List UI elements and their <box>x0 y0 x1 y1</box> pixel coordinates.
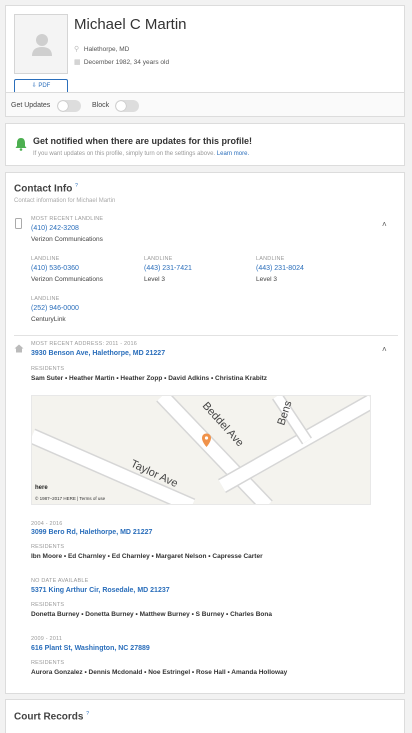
contact-title: Contact Info ? <box>14 183 78 194</box>
address-link[interactable]: 3930 Benson Ave, Halethorpe, MD 21227 <box>31 350 165 357</box>
location-pin-icon: ⚲ <box>74 46 80 53</box>
notify-subtitle: If you want updates on this profile, sim… <box>33 151 249 157</box>
address-label: 2004 - 2016 <box>31 521 63 527</box>
calendar-icon: ▦ <box>74 59 81 66</box>
contact-title-text: Contact Info <box>14 183 73 195</box>
phone-carrier: Level 3 <box>144 276 165 283</box>
learn-more-link[interactable]: Learn more. <box>217 151 249 157</box>
recent-phone-label: MOST RECENT LANDLINE <box>31 216 104 222</box>
pdf-label: PDF <box>38 83 51 89</box>
notify-banner: Get notified when there are updates for … <box>5 123 405 166</box>
phone-label: LANDLINE <box>31 256 60 262</box>
residents-list: Aurora Gonzalez • Dennis Mcdonald • Noe … <box>31 669 288 676</box>
map-streets: Taylor Ave Beddel Ave Bens here © 1987–2… <box>32 396 370 504</box>
person-icon <box>32 34 52 56</box>
court-title-text: Court Records <box>14 711 84 723</box>
phone-label: LANDLINE <box>144 256 173 262</box>
phone-carrier: Level 3 <box>256 276 277 283</box>
bell-icon <box>15 138 27 151</box>
block-label: Block <box>92 102 110 109</box>
address-link[interactable]: 3099 Bero Rd, Halethorpe, MD 21227 <box>31 529 152 536</box>
download-icon: ⇩ <box>31 83 37 89</box>
location-text: Halethorpe, MD <box>83 46 130 53</box>
notify-subtitle-text: If you want updates on this profile, sim… <box>33 151 216 157</box>
help-icon[interactable]: ? <box>75 183 78 189</box>
toggle-bar: Get Updates Block <box>5 92 405 117</box>
court-title: Court Records ? <box>14 711 89 722</box>
residents-label: RESIDENTS <box>31 366 65 372</box>
avatar <box>14 14 68 74</box>
phone-label: LANDLINE <box>31 296 60 302</box>
court-records-section: Court Records ? <box>5 699 405 733</box>
phone-number[interactable]: (252) 946-0000 <box>31 305 79 312</box>
get-updates-label: Get Updates <box>11 102 51 109</box>
chevron-up-icon[interactable]: ˄ <box>382 345 387 354</box>
block-toggle[interactable] <box>115 100 139 112</box>
home-icon <box>14 344 24 353</box>
address-label: 2009 - 2011 <box>31 636 63 642</box>
contact-subtitle: Contact information for Michael Martin <box>14 198 116 204</box>
here-logo: here <box>35 485 48 491</box>
residents-list: Ibn Moore • Ed Charnley • Ed Charnley • … <box>31 553 263 560</box>
address-map[interactable]: Taylor Ave Beddel Ave Bens here © 1987–2… <box>31 395 371 505</box>
profile-header: Michael C Martin ⚲ Halethorpe, MD ▦ Dece… <box>5 5 405 94</box>
recent-phone-carrier: Verizon Communications <box>31 236 103 243</box>
residents-label: RESIDENTS <box>31 544 65 550</box>
phone-carrier: Verizon Communications <box>31 276 103 283</box>
phone-label: LANDLINE <box>256 256 285 262</box>
help-icon[interactable]: ? <box>86 711 89 717</box>
divider <box>14 335 398 336</box>
phone-carrier: CenturyLink <box>31 316 66 323</box>
residents-label: RESIDENTS <box>31 602 65 608</box>
phone-number[interactable]: (443) 231-7421 <box>144 265 192 272</box>
residents-list: Donetta Burney • Donetta Burney • Matthe… <box>31 611 272 618</box>
recent-phone-number[interactable]: (410) 242-3208 <box>31 225 79 232</box>
address-label: NO DATE AVAILABLE <box>31 578 89 584</box>
profile-name: Michael C Martin <box>74 16 187 33</box>
phone-number[interactable]: (443) 231-8024 <box>256 265 304 272</box>
residents-list: Sam Suter • Heather Martin • Heather Zop… <box>31 375 268 382</box>
map-copyright[interactable]: © 1987–2017 HERE | Terms of use <box>35 495 106 501</box>
address-link[interactable]: 616 Plant St, Washington, NC 27889 <box>31 645 150 652</box>
profile-dob: ▦ December 1982, 34 years old <box>74 58 169 66</box>
profile-location: ⚲ Halethorpe, MD <box>74 45 129 53</box>
notify-title: Get notified when there are updates for … <box>33 136 253 146</box>
residents-label: RESIDENTS <box>31 660 65 666</box>
contact-info-section: Contact Info ? Contact information for M… <box>5 172 405 694</box>
get-updates-toggle[interactable] <box>57 100 81 112</box>
chevron-up-icon[interactable]: ˄ <box>382 220 387 229</box>
phone-number[interactable]: (410) 536-0360 <box>31 265 79 272</box>
phone-icon <box>15 218 22 229</box>
dob-text: December 1982, 34 years old <box>83 59 170 66</box>
address-label: MOST RECENT ADDRESS: 2011 - 2016 <box>31 341 138 347</box>
address-link[interactable]: 5371 King Arthur Cir, Rosedale, MD 21237 <box>31 587 170 594</box>
